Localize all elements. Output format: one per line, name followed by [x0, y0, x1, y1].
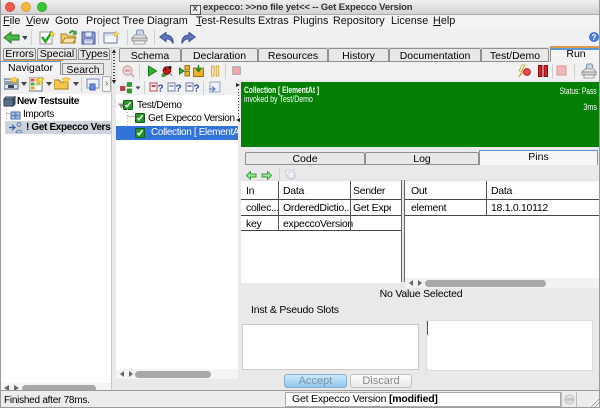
svg-text:?: ? — [157, 84, 163, 95]
svg-text:?: ? — [592, 33, 597, 42]
svg-text:?: ? — [175, 84, 181, 95]
svg-text:?: ? — [193, 84, 199, 95]
